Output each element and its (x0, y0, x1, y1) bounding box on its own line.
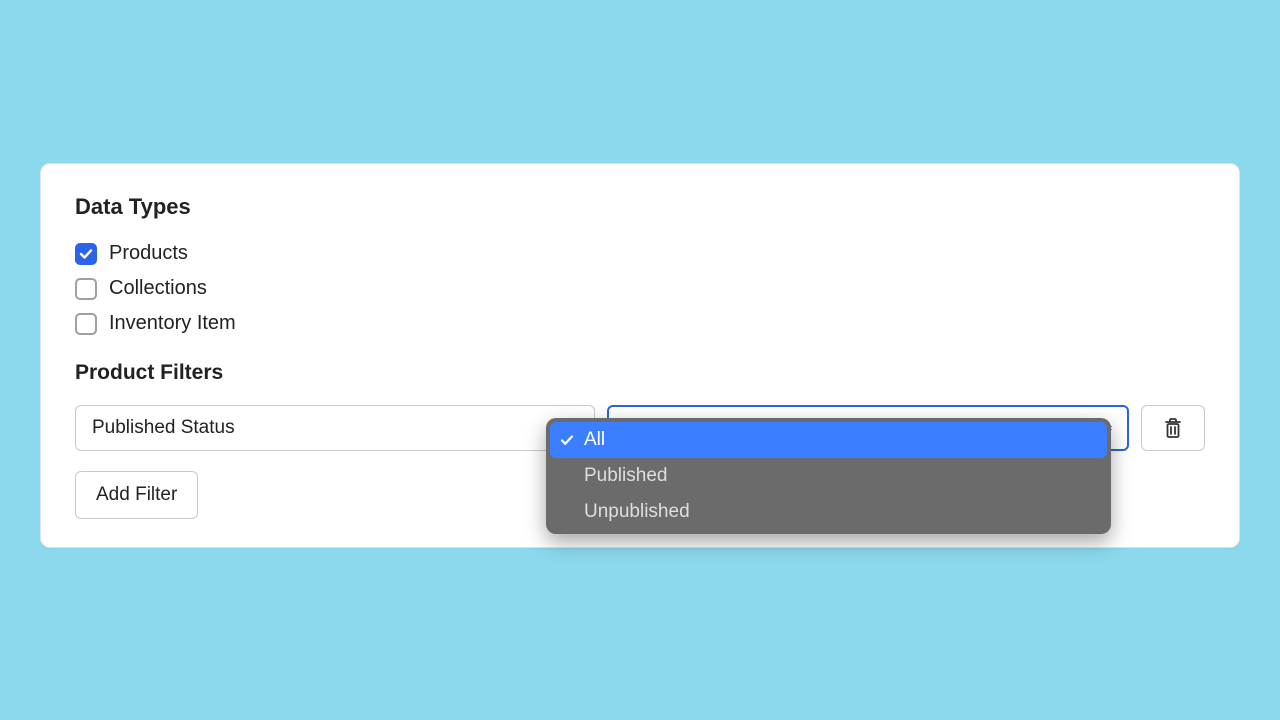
add-filter-button[interactable]: Add Filter (75, 471, 198, 519)
checkbox-products[interactable] (75, 243, 97, 265)
dropdown-option-label: All (584, 429, 605, 451)
filter-value-dropdown: All Published Unpublished (546, 418, 1111, 534)
check-icon (79, 247, 93, 261)
filter-field-select[interactable]: Published Status (75, 405, 595, 451)
delete-filter-button[interactable] (1141, 405, 1205, 451)
data-types-list: Products Collections Inventory Item (75, 242, 1205, 335)
checkbox-collections[interactable] (75, 278, 97, 300)
dropdown-option-all[interactable]: All (550, 422, 1107, 458)
dropdown-option-label: Published (584, 465, 667, 487)
checkbox-label: Inventory Item (109, 312, 236, 335)
add-filter-label: Add Filter (96, 484, 177, 506)
checkbox-row-products[interactable]: Products (75, 242, 1205, 265)
dropdown-option-published[interactable]: Published (550, 458, 1107, 494)
check-icon (560, 433, 584, 447)
checkbox-row-inventory-item[interactable]: Inventory Item (75, 312, 1205, 335)
trash-icon (1163, 417, 1183, 439)
data-types-heading: Data Types (75, 194, 1205, 220)
filter-field-value: Published Status (92, 417, 235, 439)
checkbox-inventory-item[interactable] (75, 313, 97, 335)
dropdown-option-unpublished[interactable]: Unpublished (550, 494, 1107, 530)
checkbox-label: Collections (109, 277, 207, 300)
checkbox-row-collections[interactable]: Collections (75, 277, 1205, 300)
dropdown-option-label: Unpublished (584, 501, 690, 523)
product-filters-heading: Product Filters (75, 361, 1205, 385)
checkbox-label: Products (109, 242, 188, 265)
